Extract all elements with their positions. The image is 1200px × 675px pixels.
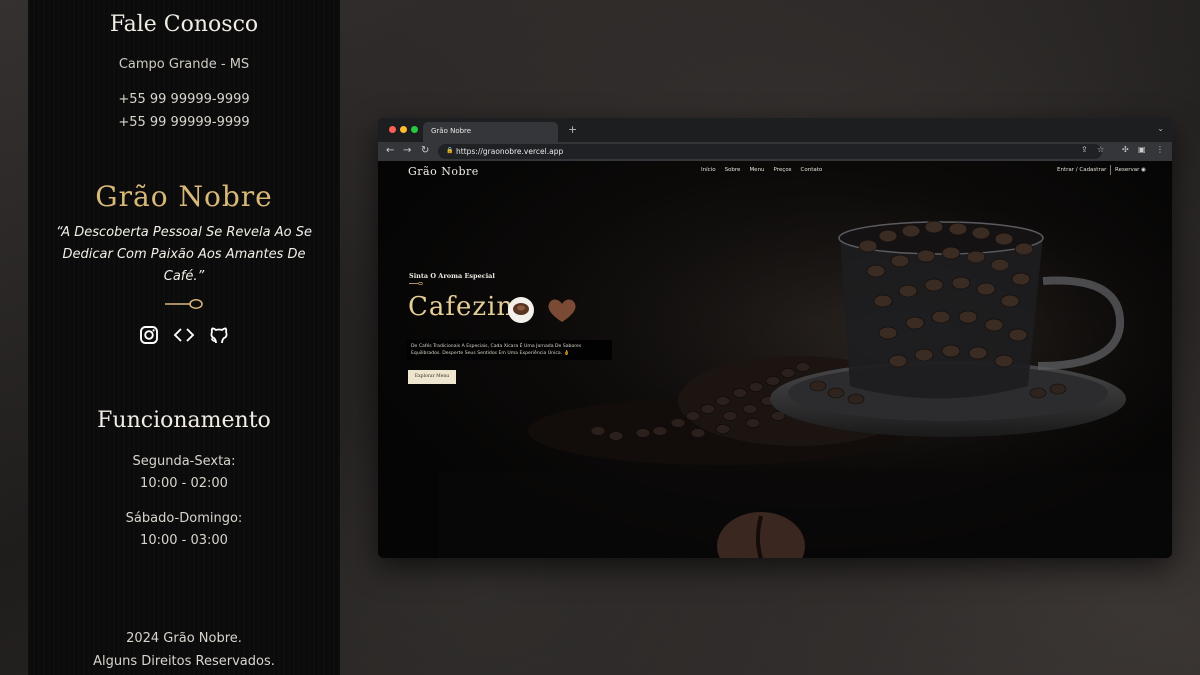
- nav-item-precos[interactable]: Preços: [774, 167, 792, 173]
- lock-icon: 🔒: [446, 147, 454, 154]
- hours-weekday-label: Segunda-Sexta:: [132, 454, 236, 469]
- contact-phone-1: +55 99 99999-9999: [118, 92, 250, 107]
- spoon-divider-icon: [165, 299, 203, 309]
- browser-window: Grão Nobre + ⌄ ← → ↻ 🔒 https://graonobre…: [378, 118, 1172, 558]
- coffee-heart-icon: [508, 297, 576, 323]
- new-tab-icon[interactable]: +: [568, 123, 577, 136]
- globe-icon: ◉: [1141, 167, 1146, 173]
- hours-weekend-label: Sábado-Domingo:: [125, 511, 243, 526]
- github-icon[interactable]: [208, 324, 230, 346]
- instagram-icon[interactable]: [138, 324, 160, 346]
- bookmark-star-icon[interactable]: ☆: [1097, 145, 1104, 154]
- site-logo[interactable]: Grão Nobre: [408, 165, 479, 178]
- website-viewport: Grão Nobre Início Sobre Menu Preços Cont…: [378, 161, 1172, 558]
- nav-item-sobre[interactable]: Sobre: [725, 167, 741, 173]
- explore-menu-button[interactable]: Explorar Menu: [408, 370, 456, 384]
- more-menu-icon[interactable]: ⋮: [1156, 145, 1164, 154]
- footer-copyright: 2024 Grão Nobre.: [126, 631, 242, 646]
- reserve-label: Reservar: [1115, 167, 1140, 173]
- nav-item-inicio[interactable]: Início: [701, 167, 716, 173]
- hours-weekday-time: 10:00 - 02:00: [140, 476, 228, 491]
- brand-quote: “A Descoberta Pessoal Se Revela Ao Se De…: [56, 225, 312, 284]
- hero-title: Cafezin: [408, 292, 515, 322]
- extensions-icon[interactable]: ✣: [1122, 145, 1129, 154]
- browser-tab-bar: Grão Nobre + ⌄: [378, 118, 1172, 142]
- nav-divider: [1110, 165, 1111, 175]
- reload-icon[interactable]: ↻: [421, 145, 429, 157]
- browser-tab[interactable]: Grão Nobre: [423, 122, 558, 142]
- sidebar-icon[interactable]: ▣: [1138, 145, 1146, 154]
- site-nav: Início Sobre Menu Preços Contato: [701, 167, 822, 173]
- hours-weekend-time: 10:00 - 03:00: [140, 533, 228, 548]
- login-link[interactable]: Entrar / Cadastrar: [1057, 167, 1106, 173]
- hero-subtitle: Sinta O Aroma Especial: [409, 272, 495, 280]
- contact-title: Fale Conosco: [109, 12, 259, 37]
- minimize-window-icon[interactable]: [400, 126, 407, 133]
- nav-item-menu[interactable]: Menu: [749, 167, 764, 173]
- info-panel: Fale Conosco Campo Grande - MS +55 99 99…: [28, 0, 340, 675]
- spoon-small-icon: [409, 282, 423, 285]
- url-bar[interactable]: 🔒 https://graonobre.vercel.app: [438, 144, 1102, 159]
- nav-item-contato[interactable]: Contato: [801, 167, 823, 173]
- hours-title: Funcionamento: [97, 408, 271, 433]
- browser-toolbar: ← → ↻ 🔒 https://graonobre.vercel.app ⇪ ☆…: [378, 142, 1172, 161]
- hero-description: De Cafés Tradicionais A Especiais, Cada …: [407, 340, 612, 360]
- brand-name: Grão Nobre: [95, 180, 273, 213]
- social-links: [138, 324, 230, 348]
- forward-icon[interactable]: →: [403, 145, 411, 157]
- code-icon[interactable]: [173, 324, 195, 346]
- url-text: https://graonobre.vercel.app: [456, 147, 564, 156]
- reserve-link[interactable]: Reservar ◉: [1115, 167, 1146, 173]
- chevron-down-icon[interactable]: ⌄: [1157, 124, 1164, 133]
- footer-rights: Alguns Direitos Reservados.: [93, 654, 275, 669]
- contact-phone-2: +55 99 99999-9999: [118, 115, 250, 130]
- share-icon[interactable]: ⇪: [1081, 145, 1088, 154]
- contact-city: Campo Grande - MS: [118, 57, 250, 72]
- back-icon[interactable]: ←: [386, 145, 394, 157]
- maximize-window-icon[interactable]: [411, 126, 418, 133]
- close-window-icon[interactable]: [389, 126, 396, 133]
